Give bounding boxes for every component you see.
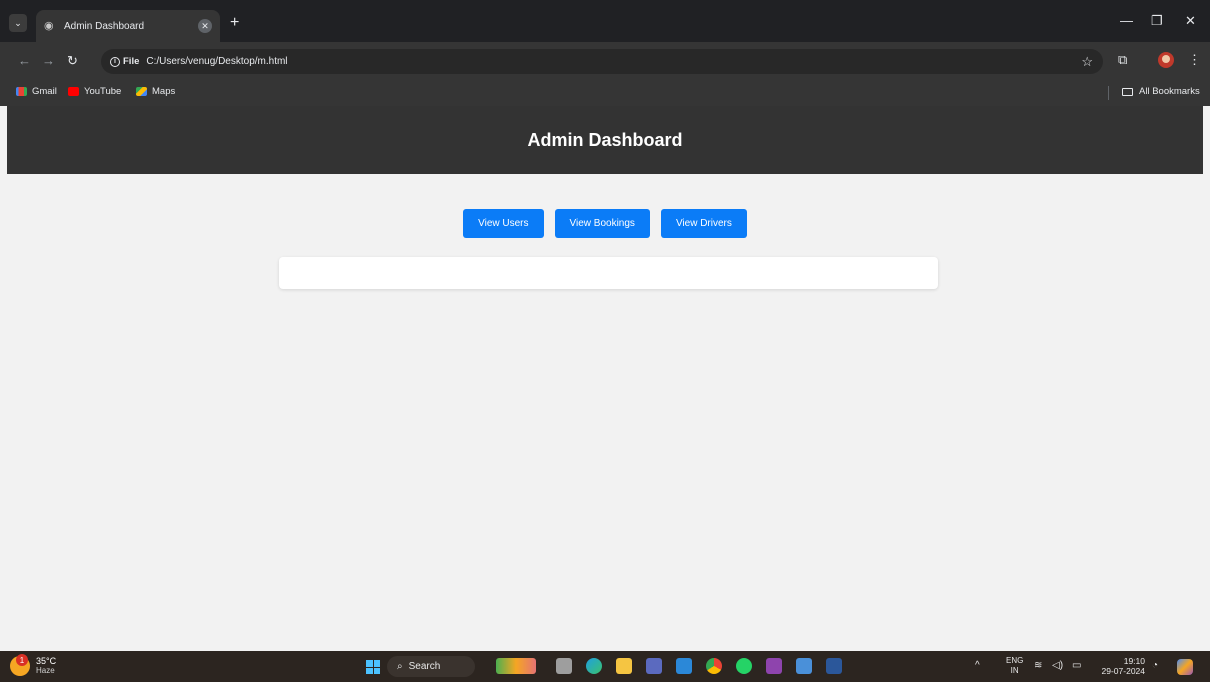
menu-kebab-icon[interactable]: ⋮ — [1188, 53, 1201, 66]
action-button-row: View Users View Bookings View Drivers — [7, 209, 1203, 238]
all-bookmarks-button[interactable]: All Bookmarks — [1122, 86, 1200, 97]
back-icon[interactable]: ← — [18, 54, 31, 67]
new-tab-button[interactable]: + — [230, 15, 239, 31]
bookmark-label: YouTube — [84, 86, 122, 97]
taskbar: 1 35°C Haze ⌕ Search ^ ENG IN ≋ ◁) ▭ 19:… — [0, 651, 1210, 682]
tab-close-icon[interactable]: ✕ — [198, 19, 212, 33]
clock-time: 19:10 — [1123, 656, 1145, 666]
language-indicator[interactable]: ENG IN — [1006, 656, 1023, 676]
volume-icon[interactable]: ◁) — [1052, 660, 1063, 671]
browser-toolbar: ← → ↻ i File C:/Users/venug/Desktop/m.ht… — [0, 42, 1210, 80]
weather-sun-icon: 1 — [10, 654, 30, 676]
taskbar-search[interactable]: ⌕ Search — [387, 656, 475, 677]
globe-icon: ◉ — [44, 20, 54, 32]
store-icon[interactable] — [676, 658, 692, 674]
notification-badge: 1 — [16, 654, 28, 666]
battery-icon[interactable]: ▭ — [1072, 660, 1081, 671]
visual-studio-icon[interactable] — [766, 658, 782, 674]
weather-desc: Haze — [36, 666, 55, 675]
content-panel — [279, 257, 938, 289]
site-info-chip[interactable]: i File — [110, 56, 139, 67]
widgets-icon[interactable] — [496, 658, 536, 674]
bookmarks-divider — [1108, 86, 1109, 100]
bookmarks-bar: Gmail YouTube Maps All Bookmarks — [0, 80, 1210, 106]
extensions-icon[interactable]: ⧉ — [1118, 53, 1127, 66]
clock-date: 29-07-2024 — [1101, 666, 1145, 676]
page-header: Admin Dashboard — [7, 106, 1203, 174]
view-bookings-button[interactable]: View Bookings — [554, 209, 650, 238]
bookmark-gmail[interactable]: Gmail — [16, 86, 57, 97]
copilot-icon[interactable] — [1177, 659, 1193, 675]
tab-search-menu-button[interactable]: ⌄ — [9, 14, 27, 32]
edge-icon[interactable] — [586, 658, 602, 674]
gmail-icon — [16, 87, 27, 96]
windows-start-icon[interactable] — [366, 660, 380, 674]
youtube-icon — [68, 87, 79, 96]
teams-icon[interactable] — [646, 658, 662, 674]
wifi-icon[interactable]: ≋ — [1034, 660, 1042, 671]
profile-avatar[interactable] — [1158, 52, 1174, 68]
all-bookmarks-label: All Bookmarks — [1139, 86, 1200, 97]
folder-icon — [1122, 87, 1133, 96]
url-text[interactable]: C:/Users/venug/Desktop/m.html — [146, 56, 287, 67]
page-viewport: Admin Dashboard View Users View Bookings… — [7, 106, 1203, 651]
region-code: IN — [1010, 666, 1019, 675]
bookmark-label: Maps — [152, 86, 176, 97]
search-label: Search — [408, 661, 441, 672]
forward-icon[interactable]: → — [42, 54, 55, 67]
tab-title: Admin Dashboard — [64, 20, 145, 32]
weather-widget[interactable]: 1 35°C Haze — [10, 654, 57, 676]
view-users-button[interactable]: View Users — [463, 209, 544, 238]
notification-bell-icon[interactable]: ◔ — [1152, 660, 1158, 671]
whatsapp-icon[interactable] — [736, 658, 752, 674]
bookmark-youtube[interactable]: YouTube — [68, 86, 121, 97]
restore-icon[interactable]: ❐ — [1151, 14, 1163, 27]
notepad-icon[interactable] — [796, 658, 812, 674]
view-drivers-button[interactable]: View Drivers — [660, 209, 747, 238]
file-explorer-icon[interactable] — [616, 658, 632, 674]
reload-icon[interactable]: ↻ — [67, 54, 78, 67]
show-hidden-icons-icon[interactable]: ^ — [975, 660, 980, 671]
system-clock[interactable]: 19:10 29-07-2024 — [1097, 656, 1145, 676]
minimize-icon[interactable]: — — [1120, 14, 1133, 27]
browser-tab-strip: ⌄ ◉ Admin Dashboard ✕ + — ❐ ✕ — [0, 0, 1210, 42]
language-code: ENG — [1006, 656, 1024, 665]
word-icon[interactable] — [826, 658, 842, 674]
task-view-icon[interactable] — [556, 658, 572, 674]
close-window-icon[interactable]: ✕ — [1185, 14, 1196, 27]
site-info-label: File — [123, 56, 140, 67]
bookmark-maps[interactable]: Maps — [136, 86, 175, 97]
browser-tab[interactable]: ◉ Admin Dashboard ✕ — [36, 10, 220, 42]
chrome-icon[interactable] — [706, 658, 722, 674]
maps-icon — [136, 87, 147, 96]
page-title: Admin Dashboard — [527, 129, 683, 150]
bookmark-star-icon[interactable]: ☆ — [1081, 54, 1093, 70]
weather-temp: 35°C — [36, 656, 57, 666]
address-bar[interactable]: i File C:/Users/venug/Desktop/m.html ☆ — [101, 49, 1103, 74]
bookmark-label: Gmail — [32, 86, 57, 97]
search-icon: ⌕ — [397, 661, 403, 672]
info-icon: i — [110, 56, 120, 67]
